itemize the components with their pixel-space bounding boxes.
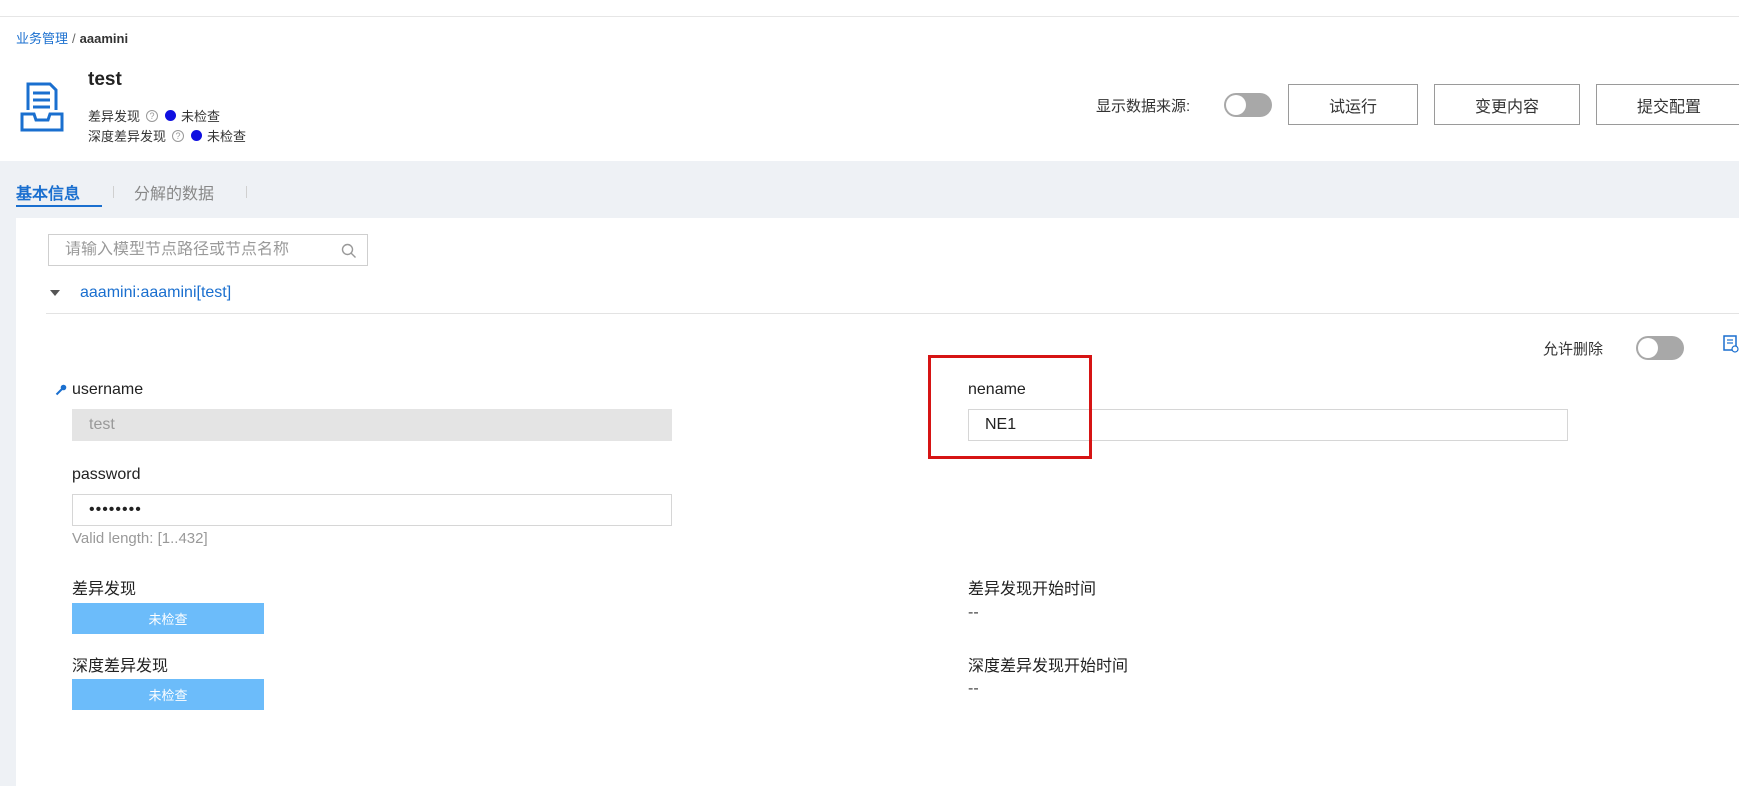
status-value: 未检查 — [181, 109, 221, 124]
password-label: password — [72, 466, 141, 483]
key-icon — [55, 384, 67, 396]
tab-basic-info[interactable]: 基本信息 — [16, 180, 80, 204]
diff-discovery-label: 差异发现 — [72, 581, 137, 598]
diff-start-time-value: -- — [968, 604, 979, 621]
settings-doc-icon[interactable] — [1723, 335, 1739, 353]
main-panel: aaamini:aaamini[test] 允许删除 username test… — [16, 218, 1739, 786]
search-box — [48, 234, 368, 266]
toggle-knob — [1226, 95, 1246, 115]
search-icon[interactable] — [341, 243, 357, 259]
collapse-caret-icon[interactable] — [50, 290, 60, 296]
allow-delete-label: 允许删除 — [1543, 341, 1604, 358]
change-content-button[interactable]: 变更内容 — [1434, 84, 1580, 125]
status-dot-icon — [165, 110, 177, 121]
deep-diff-discovery-status-button[interactable]: 未检查 — [72, 679, 264, 710]
help-icon[interactable]: ? — [146, 109, 159, 122]
deep-diff-discovery-status: 深度差异发现 ? 未检查 — [88, 126, 246, 145]
nename-field[interactable]: NE1 — [968, 409, 1568, 441]
breadcrumb-root-link[interactable]: 业务管理 — [16, 31, 68, 46]
tab-decomposed-data[interactable]: 分解的数据 — [134, 180, 214, 204]
nename-label: nename — [968, 381, 1026, 398]
deep-diff-start-time-label: 深度差异发现开始时间 — [968, 658, 1129, 675]
tab-bar: 基本信息 分解的数据 — [0, 161, 1739, 218]
active-tab-indicator — [16, 205, 102, 207]
breadcrumb-separator: / — [72, 31, 76, 46]
status-label: 差异发现 — [88, 109, 141, 124]
document-tray-icon — [20, 82, 64, 132]
allow-delete-toggle[interactable] — [1636, 336, 1684, 360]
divider — [46, 313, 1739, 314]
toggle-knob — [1638, 338, 1658, 358]
diff-discovery-status: 差异发现 ? 未检查 — [88, 106, 220, 125]
status-value: 未检查 — [207, 129, 247, 144]
search-input[interactable] — [65, 241, 335, 259]
tab-divider — [246, 186, 247, 198]
diff-start-time-label: 差异发现开始时间 — [968, 581, 1097, 598]
diff-discovery-status-button[interactable]: 未检查 — [72, 603, 264, 634]
password-hint: Valid length: [1..432] — [72, 530, 208, 547]
show-data-source-label: 显示数据来源: — [1096, 98, 1191, 115]
trial-run-button[interactable]: 试运行 — [1288, 84, 1418, 125]
deep-diff-start-time-value: -- — [968, 680, 979, 697]
breadcrumb-current: aaamini — [79, 31, 129, 46]
submit-config-button[interactable]: 提交配置 — [1596, 84, 1739, 125]
show-data-source-toggle[interactable] — [1224, 93, 1272, 117]
page-title: test — [88, 69, 122, 90]
tab-divider — [113, 186, 114, 198]
status-label: 深度差异发现 — [88, 129, 167, 144]
top-bar — [0, 0, 1739, 17]
breadcrumb: 业务管理 / aaamini — [16, 28, 128, 47]
username-label: username — [72, 381, 144, 398]
tree-node: aaamini:aaamini[test] — [50, 284, 231, 302]
deep-diff-discovery-label: 深度差异发现 — [72, 658, 169, 675]
username-field: test — [72, 409, 672, 441]
help-icon[interactable]: ? — [172, 129, 185, 142]
status-dot-icon — [191, 130, 203, 141]
password-field[interactable]: •••••••• — [72, 494, 672, 526]
tree-node-label[interactable]: aaamini:aaamini[test] — [80, 284, 231, 302]
